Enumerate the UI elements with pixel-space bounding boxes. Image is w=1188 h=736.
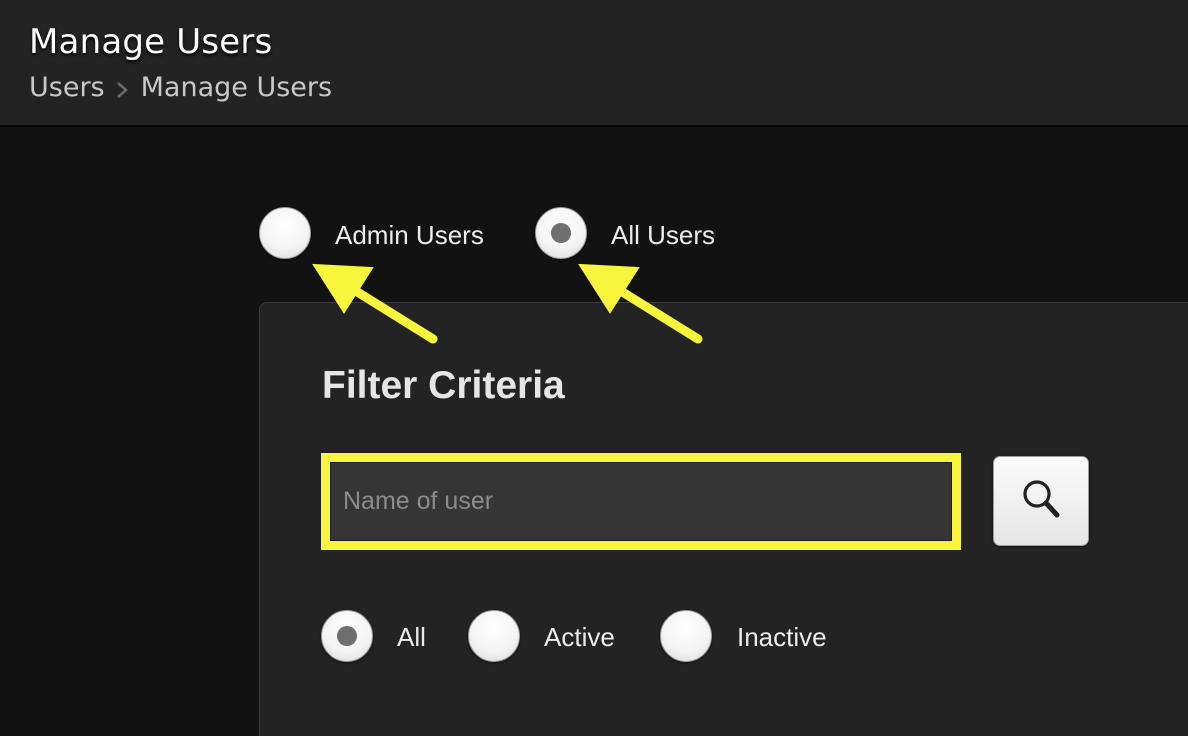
all-users-label[interactable]: All Users — [611, 220, 715, 250]
page-title: Manage Users — [29, 22, 273, 62]
header: Manage Users Users Manage Users — [0, 0, 1188, 127]
search-button[interactable] — [993, 456, 1089, 546]
status-all-label[interactable]: All — [397, 622, 426, 652]
magnifier-icon — [1019, 477, 1063, 526]
breadcrumb-item-manage-users: Manage Users — [140, 72, 333, 103]
all-users-radio[interactable] — [535, 207, 587, 259]
search-input[interactable] — [330, 462, 952, 541]
status-all-radio[interactable] — [321, 610, 373, 662]
chevron-right-icon — [113, 73, 133, 103]
page: Manage Users Users Manage Users Admin Us… — [0, 0, 1188, 736]
status-active-radio[interactable] — [468, 610, 520, 662]
breadcrumb-item-users[interactable]: Users — [29, 72, 105, 103]
status-active-label[interactable]: Active — [544, 622, 615, 652]
filter-title: Filter Criteria — [322, 364, 565, 407]
breadcrumb: Users Manage Users — [29, 72, 332, 103]
status-inactive-radio[interactable] — [660, 610, 712, 662]
admin-users-radio[interactable] — [259, 207, 311, 259]
status-inactive-label[interactable]: Inactive — [737, 622, 827, 652]
admin-users-label[interactable]: Admin Users — [335, 220, 484, 250]
search-highlight — [321, 453, 961, 550]
